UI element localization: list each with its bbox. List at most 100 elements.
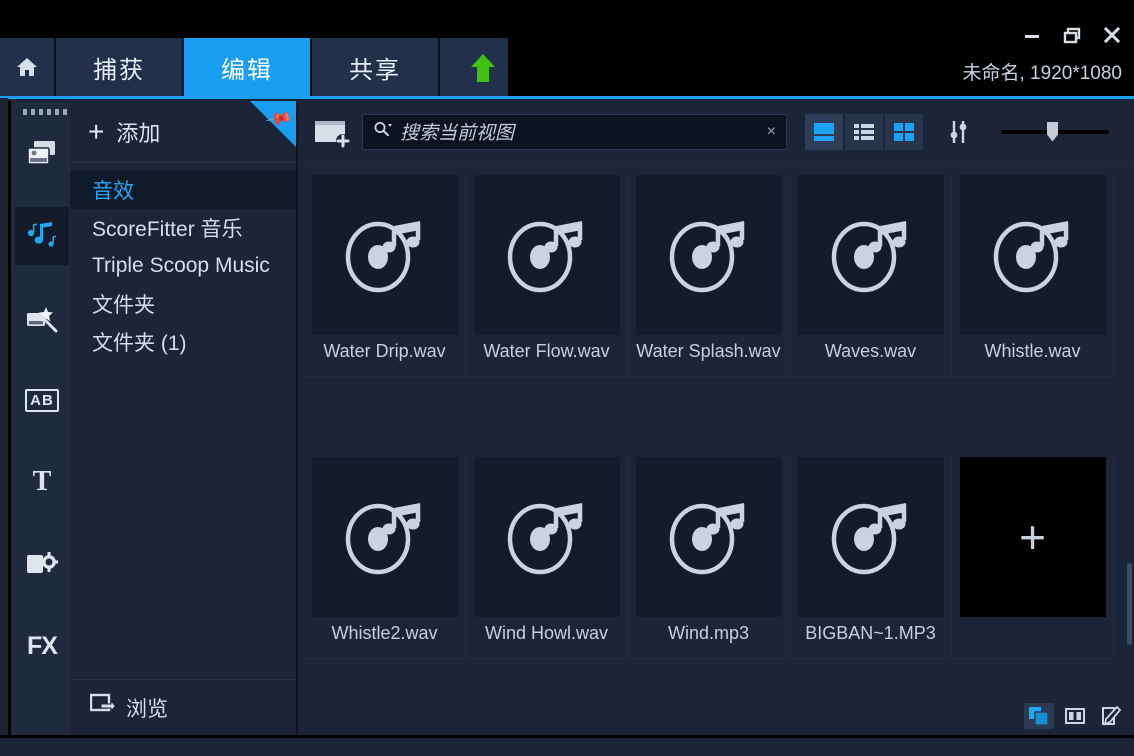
library-item-label: 文件夹 (1) (92, 332, 187, 355)
media-tile[interactable]: Whistle2.wav (304, 453, 466, 659)
tool-rail: AB T FX (8, 101, 83, 735)
library-item-label: 音效 (92, 180, 134, 203)
library-toolbar: 搜索当前视图 × (298, 101, 1134, 163)
tab-capture-label: 捕获 (93, 56, 145, 84)
vinyl-music-icon (831, 221, 906, 293)
library-item-label: 文件夹 (92, 294, 155, 317)
audio-thumbnail (473, 457, 620, 617)
search-placeholder-text: 搜索当前视图 (400, 123, 515, 144)
media-thumbnail-grid: Water Drip.wav Water Flow.wav Water Spla… (298, 163, 1134, 735)
search-icon (373, 120, 393, 143)
search-clear-icon[interactable]: × (767, 123, 776, 141)
media-tile[interactable]: Water Drip.wav (304, 171, 466, 377)
left-window-edge (0, 98, 8, 756)
media-tile[interactable]: Whistle.wav (952, 171, 1114, 377)
browse-export-icon (89, 693, 117, 722)
magic-wand-icon (26, 303, 58, 333)
tab-edit-label: 编辑 (221, 56, 273, 84)
search-input[interactable]: 搜索当前视图 × (362, 113, 787, 150)
vinyl-music-icon (669, 503, 744, 575)
media-tile-label: Water Splash.wav (636, 341, 781, 361)
sort-sliders-icon[interactable] (941, 114, 977, 150)
tab-capture[interactable]: 捕获 (56, 38, 184, 96)
library-item-folder-1[interactable]: 文件夹 (1) (70, 323, 296, 361)
project-title: 未命名, 1920*1080 (962, 63, 1123, 84)
media-tile[interactable]: Water Flow.wav (466, 171, 628, 377)
grid-view-icon[interactable] (885, 113, 923, 150)
vertical-scrollbar[interactable] (1127, 563, 1132, 645)
split-panel-icon[interactable] (1060, 703, 1090, 729)
add-label: 添加 (116, 120, 161, 146)
vinyl-music-icon (831, 503, 906, 575)
audio-thumbnail (473, 175, 620, 335)
media-tile[interactable]: BIGBAN~1.MP3 (790, 453, 952, 659)
edit-pencil-icon[interactable] (1096, 703, 1126, 729)
application-window: 捕获 编辑 共享 未命名, 1920*1080 AB T FX + 添加 📌 音… (0, 0, 1134, 756)
upload-arrow-icon[interactable] (468, 52, 498, 84)
sidebar-item-audio[interactable] (15, 207, 69, 265)
sidebar-item-fx[interactable]: FX (15, 617, 69, 675)
tab-share[interactable]: 共享 (312, 38, 440, 96)
sidebar-item-media[interactable] (15, 125, 69, 183)
add-media-plus-icon: + (1019, 511, 1046, 563)
title-text-icon: T (32, 466, 52, 497)
minimize-button[interactable] (1022, 26, 1042, 48)
maximize-button[interactable] (1062, 26, 1082, 48)
media-tile-label: BIGBAN~1.MP3 (805, 623, 936, 643)
add-plus-icon: + (88, 115, 105, 147)
vinyl-music-icon (507, 503, 582, 575)
sidebar-item-overlays[interactable] (15, 535, 69, 593)
media-library-icon (26, 140, 58, 168)
media-tile-label: Wind Howl.wav (484, 623, 609, 643)
vinyl-music-icon (345, 221, 420, 293)
library-item-folder[interactable]: 文件夹 (70, 285, 296, 323)
library-category-list: 音效 ScoreFitter 音乐 Triple Scoop Music 文件夹… (70, 163, 296, 361)
vinyl-music-icon (669, 221, 744, 293)
media-tile-label: Wind.mp3 (667, 623, 750, 643)
audio-thumbnail (797, 457, 944, 617)
large-thumbnail-view-icon[interactable] (805, 113, 843, 150)
thumbnail-size-slider[interactable] (1001, 114, 1109, 150)
multi-layer-view-icon[interactable] (1024, 703, 1054, 729)
browse-label: 浏览 (126, 697, 168, 721)
add-media-tile[interactable]: + (952, 453, 1114, 659)
fx-icon: FX (27, 631, 58, 660)
slider-thumb[interactable] (1047, 121, 1058, 142)
library-item-sound-effects[interactable]: 音效 (70, 171, 296, 209)
vinyl-music-icon (993, 221, 1068, 293)
library-tree-panel: + 添加 📌 音效 ScoreFitter 音乐 Triple Scoop Mu… (70, 101, 298, 735)
home-icon (15, 56, 39, 78)
vinyl-music-icon (345, 503, 420, 575)
vinyl-music-icon (507, 221, 582, 293)
main-tab-strip: 捕获 编辑 共享 (0, 38, 508, 96)
sidebar-item-transitions[interactable]: AB (15, 371, 69, 429)
browse-button[interactable]: 浏览 (70, 679, 296, 735)
library-item-label: ScoreFitter 音乐 (92, 218, 243, 241)
tab-home[interactable] (0, 38, 56, 96)
sidebar-item-titles[interactable]: T (15, 453, 69, 511)
media-tile-label: Waves.wav (824, 341, 917, 361)
panel-corner-controls (1024, 703, 1126, 729)
audio-thumbnail (635, 175, 782, 335)
library-item-triple-scoop[interactable]: Triple Scoop Music (70, 247, 296, 285)
sidebar-item-effects[interactable] (15, 289, 69, 347)
media-tile-label: Whistle2.wav (331, 623, 438, 643)
media-tile-label: Water Flow.wav (483, 341, 610, 361)
library-add-header[interactable]: + 添加 📌 (70, 101, 296, 163)
media-tile[interactable]: Wind Howl.wav (466, 453, 628, 659)
folder-add-icon[interactable] (312, 114, 352, 150)
close-button[interactable] (1102, 26, 1122, 48)
media-tile[interactable]: Waves.wav (790, 171, 952, 377)
library-item-label: Triple Scoop Music (92, 254, 270, 277)
library-item-scorefitter[interactable]: ScoreFitter 音乐 (70, 209, 296, 247)
list-view-icon[interactable] (845, 113, 883, 150)
tab-share-label: 共享 (349, 56, 401, 84)
ab-transition-icon: AB (25, 388, 59, 412)
overlay-settings-icon (26, 550, 58, 578)
media-tile[interactable]: Water Splash.wav (628, 171, 790, 377)
media-tile[interactable]: Wind.mp3 (628, 453, 790, 659)
tab-edit[interactable]: 编辑 (184, 38, 312, 96)
media-tile-label: Whistle.wav (984, 341, 1081, 361)
title-bar: 捕获 编辑 共享 未命名, 1920*1080 (0, 0, 1134, 99)
audio-thumbnail (797, 175, 944, 335)
